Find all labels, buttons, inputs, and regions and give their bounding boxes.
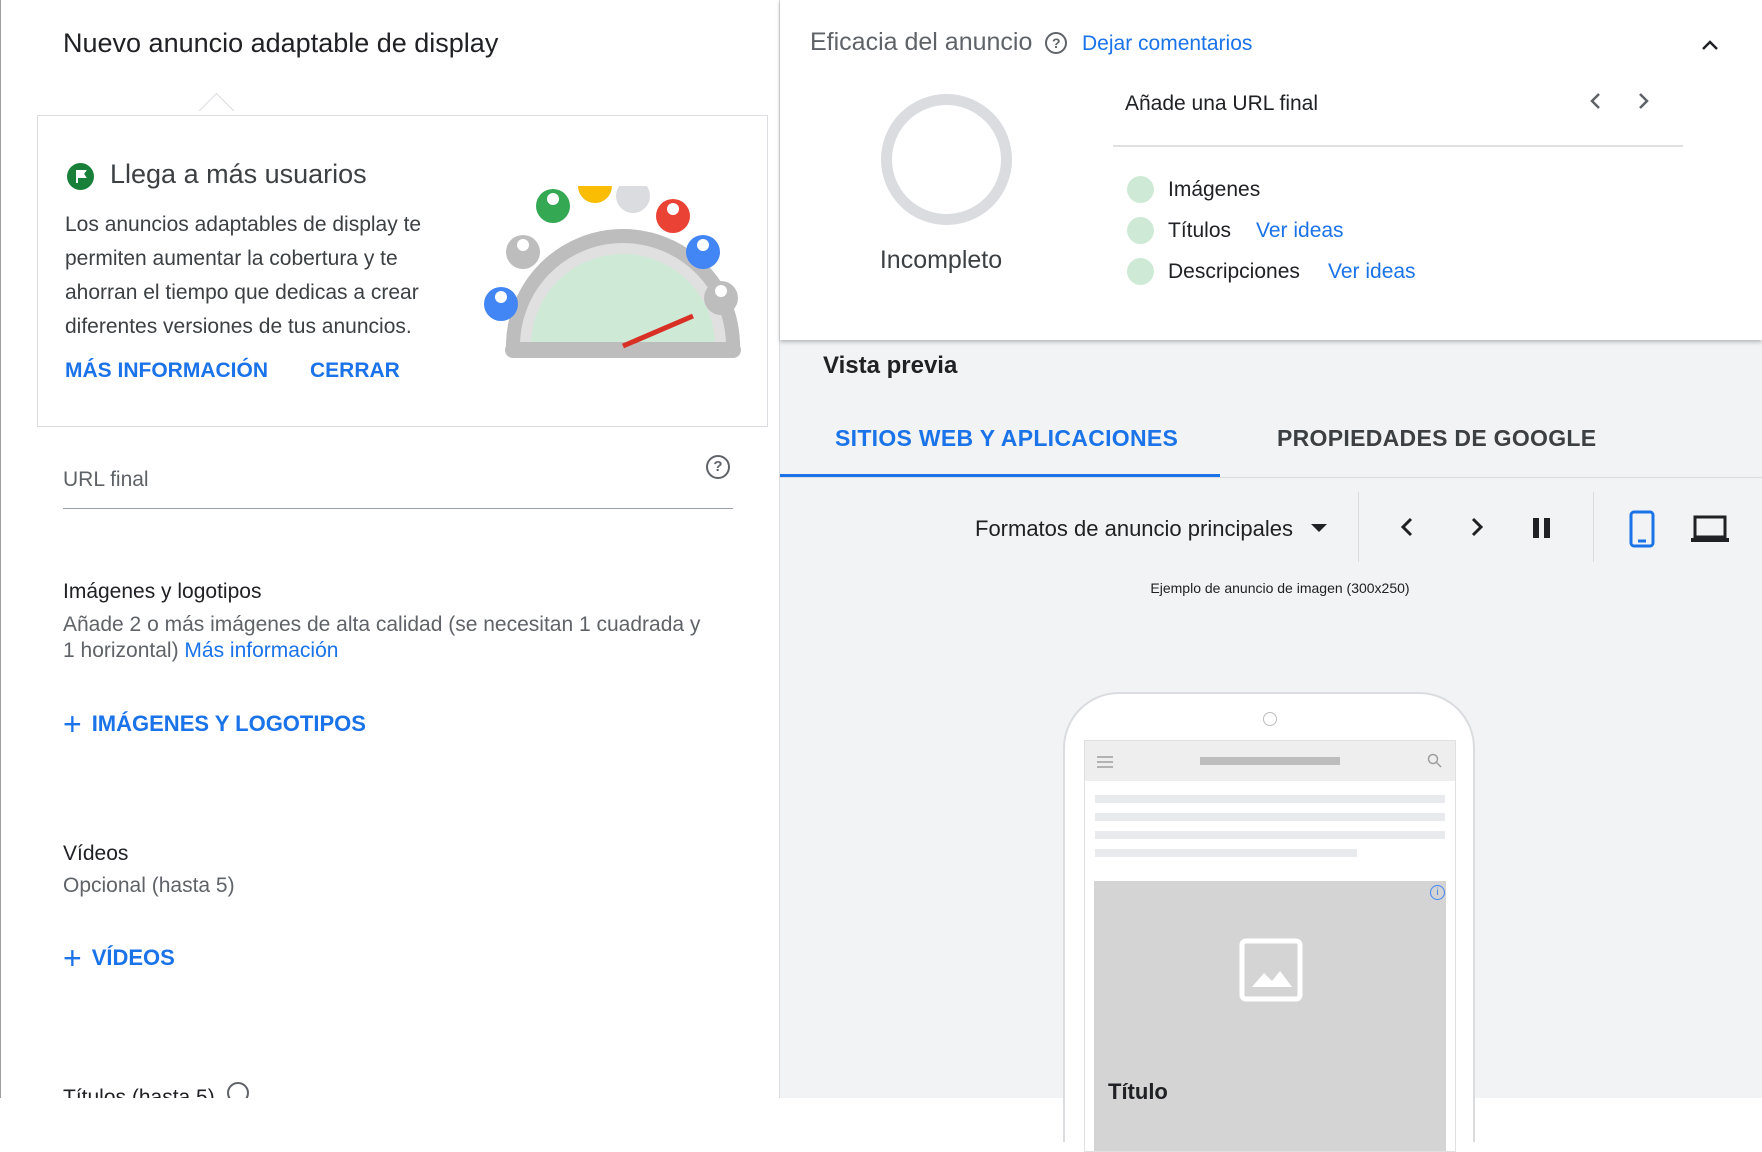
checklist-item-label: Títulos xyxy=(1168,219,1232,242)
menu-icon xyxy=(1097,755,1113,773)
ad-strength-text: Eficacia del anuncio xyxy=(810,28,1033,56)
ad-format-label: Formatos de anuncio principales xyxy=(975,516,1293,541)
final-url-input[interactable]: URL final xyxy=(63,468,733,509)
pause-icon[interactable] xyxy=(1530,516,1554,545)
mock-text-line xyxy=(1095,813,1445,821)
phone-screen: i Título xyxy=(1084,740,1456,1152)
strength-status: Incompleto xyxy=(879,246,1003,274)
tip-text: Añade una URL final xyxy=(1125,92,1319,115)
images-learn-more-link[interactable]: Más información xyxy=(184,639,338,662)
help-icon[interactable]: ? xyxy=(1045,32,1068,54)
strength-ring xyxy=(881,94,1012,225)
titles-label-text: Títulos (hasta 5) xyxy=(63,1086,215,1098)
status-dot xyxy=(1127,176,1154,203)
see-ideas-link[interactable]: Ver ideas xyxy=(1256,219,1344,243)
images-hint-line: 1 horizontal) xyxy=(63,639,179,662)
images-section-label: Imágenes y logotipos xyxy=(63,580,262,603)
learn-more-link[interactable]: MÁS INFORMACIÓN xyxy=(65,359,268,383)
promo-body-line: Los anuncios adaptables de display te xyxy=(65,213,422,236)
preview-caption: Ejemplo de anuncio de imagen (300x250) xyxy=(1150,580,1410,596)
help-icon[interactable] xyxy=(226,1082,249,1098)
mock-browser-bar xyxy=(1085,741,1455,781)
preview-panel: Vista previa SITIOS WEB Y APLICACIONES P… xyxy=(780,340,1762,1152)
plus-icon: + xyxy=(63,706,82,742)
ad-title: Título xyxy=(1108,1079,1168,1104)
titles-section-label: Títulos (hasta 5) xyxy=(63,1082,249,1098)
mock-text-line xyxy=(1095,849,1357,857)
ad-strength-label: Eficacia del anuncio ? xyxy=(810,28,1068,57)
add-images-label: IMÁGENES Y LOGOTIPOS xyxy=(91,711,366,736)
tip-divider xyxy=(1113,145,1683,147)
videos-hint: Opcional (hasta 5) xyxy=(63,874,235,897)
promo-body: Los anuncios adaptables de display te pe… xyxy=(65,208,475,344)
images-hint: Añade 2 o más imágenes de alta calidad (… xyxy=(63,612,763,664)
flag-icon xyxy=(67,163,94,190)
plus-icon: + xyxy=(63,940,82,976)
tip-next-chevron-icon[interactable] xyxy=(1632,90,1654,117)
next-icon[interactable] xyxy=(1463,514,1489,545)
help-icon[interactable]: ? xyxy=(706,455,730,479)
tab-google-properties[interactable]: PROPIEDADES DE GOOGLE xyxy=(1277,425,1596,452)
leave-feedback-link[interactable]: Dejar comentarios xyxy=(1082,32,1252,56)
promo-card: Llega a más usuarios Los anuncios adapta… xyxy=(37,115,768,427)
phone-camera xyxy=(1263,712,1277,726)
promo-body-line: permiten aumentar la cobertura y te xyxy=(65,247,398,270)
search-icon xyxy=(1427,753,1443,774)
see-ideas-link[interactable]: Ver ideas xyxy=(1328,260,1416,284)
mock-url-bar xyxy=(1200,757,1340,765)
collapse-chevron-icon[interactable] xyxy=(1698,34,1722,63)
dropdown-arrow-icon xyxy=(1311,524,1328,532)
videos-section-label: Vídeos xyxy=(63,842,129,865)
previous-icon[interactable] xyxy=(1395,514,1421,545)
tab-bar-divider xyxy=(780,477,1762,478)
close-promo-button[interactable]: CERRAR xyxy=(310,359,400,383)
mobile-device-icon[interactable] xyxy=(1629,510,1655,553)
tip-prev-chevron-icon[interactable] xyxy=(1585,90,1607,117)
promo-body-line: diferentes versiones de tus anuncios. xyxy=(65,315,412,338)
mock-text-line xyxy=(1095,831,1445,839)
add-videos-label: VÍDEOS xyxy=(91,945,175,970)
toolbar-divider xyxy=(1358,492,1359,562)
editor-title: Nuevo anuncio adaptable de display xyxy=(63,28,499,58)
tab-websites-apps[interactable]: SITIOS WEB Y APLICACIONES xyxy=(835,425,1178,452)
status-dot xyxy=(1127,217,1154,244)
add-videos-button[interactable]: + VÍDEOS xyxy=(63,940,175,977)
reach-gauge-illustration xyxy=(484,186,741,358)
phone-mockup: i Título xyxy=(1063,692,1475,1152)
add-images-button[interactable]: + IMÁGENES Y LOGOTIPOS xyxy=(63,706,366,743)
preview-heading: Vista previa xyxy=(823,352,958,379)
promo-body-line: ahorran el tiempo que dedicas a crear xyxy=(65,281,419,304)
ad-editor-panel: Nuevo anuncio adaptable de display Llega… xyxy=(0,0,780,1098)
ad-format-select[interactable]: Formatos de anuncio principales xyxy=(975,516,1328,542)
ad-image-placeholder: i Título xyxy=(1094,881,1446,1151)
image-placeholder-icon xyxy=(1238,937,1304,1008)
checklist-item-label: Descripciones xyxy=(1168,260,1300,283)
images-hint-line: Añade 2 o más imágenes de alta calidad (… xyxy=(63,613,701,636)
promo-heading: Llega a más usuarios xyxy=(110,159,367,189)
ad-strength-panel: Eficacia del anuncio ? Dejar comentarios… xyxy=(780,0,1762,340)
toolbar-divider xyxy=(1593,492,1594,562)
status-dot xyxy=(1127,258,1154,285)
desktop-device-icon[interactable] xyxy=(1690,514,1730,549)
ad-choices-icon: i xyxy=(1430,885,1445,900)
checklist-item-label: Imágenes xyxy=(1168,178,1261,201)
mock-text-line xyxy=(1095,795,1445,803)
